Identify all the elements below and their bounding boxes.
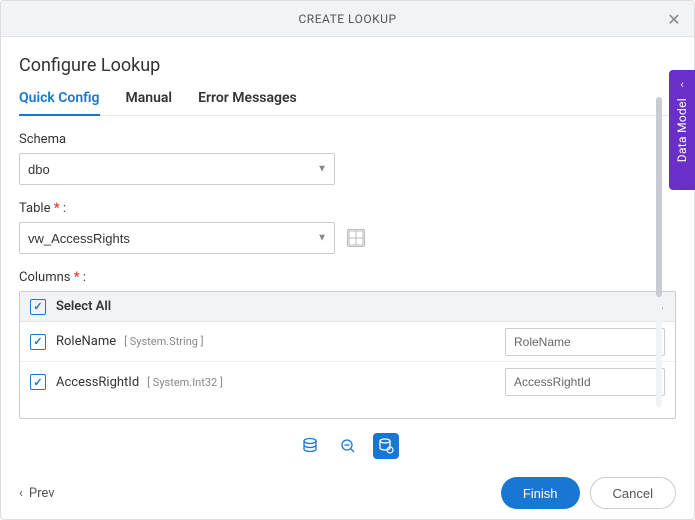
tab-quick-config[interactable]: Quick Config: [19, 90, 100, 116]
columns-header[interactable]: Select All ▲: [20, 292, 675, 322]
close-icon: ✕: [667, 10, 680, 29]
schema-select[interactable]: [19, 153, 335, 185]
column-alias-input[interactable]: [505, 328, 665, 356]
scrollbar[interactable]: [656, 97, 662, 407]
cancel-button[interactable]: Cancel: [590, 477, 676, 509]
zoom-out-icon[interactable]: [335, 433, 361, 459]
column-type: [ System.String ]: [124, 335, 203, 348]
columns-grid: Select All ▲ RoleName [ System.String ] …: [19, 291, 676, 419]
select-all-checkbox[interactable]: [30, 299, 46, 315]
title-bar: CREATE LOOKUP ✕: [1, 1, 694, 37]
column-type: [ System.Int32 ]: [147, 376, 223, 389]
tab-error-messages[interactable]: Error Messages: [198, 90, 297, 115]
column-name: AccessRightId: [56, 375, 139, 390]
chevron-left-icon: ‹: [19, 486, 23, 501]
schema-label: Schema: [19, 132, 676, 147]
column-checkbox[interactable]: [30, 334, 46, 350]
data-model-label: Data Model: [675, 98, 689, 162]
database-settings-icon[interactable]: [373, 433, 399, 459]
table-select[interactable]: [19, 222, 335, 254]
column-row: RoleName [ System.String ]: [20, 322, 675, 362]
tab-bar: Quick Config Manual Error Messages: [19, 90, 676, 116]
database-icon[interactable]: [297, 433, 323, 459]
tab-manual[interactable]: Manual: [126, 90, 173, 115]
finish-button[interactable]: Finish: [501, 477, 580, 509]
column-row: AccessRightId [ System.Int32 ]: [20, 362, 675, 402]
footer: ‹ Prev Finish Cancel: [1, 467, 694, 519]
select-all-label: Select All: [56, 299, 111, 314]
columns-label: Columns * :: [19, 270, 676, 285]
column-checkbox[interactable]: [30, 374, 46, 390]
data-model-panel-toggle[interactable]: ‹ Data Model: [669, 70, 695, 190]
column-alias-input[interactable]: [505, 368, 665, 396]
action-icon-row: [1, 423, 694, 467]
column-name: RoleName: [56, 334, 116, 349]
table-label: Table * :: [19, 201, 676, 216]
scrollbar-thumb[interactable]: [656, 97, 662, 297]
page-title: Configure Lookup: [19, 55, 676, 76]
table-preview-icon[interactable]: [347, 229, 365, 247]
prev-button[interactable]: ‹ Prev: [19, 486, 55, 501]
close-button[interactable]: ✕: [664, 9, 684, 29]
chevron-left-icon: ‹: [680, 78, 683, 91]
modal-title: CREATE LOOKUP: [298, 12, 396, 26]
